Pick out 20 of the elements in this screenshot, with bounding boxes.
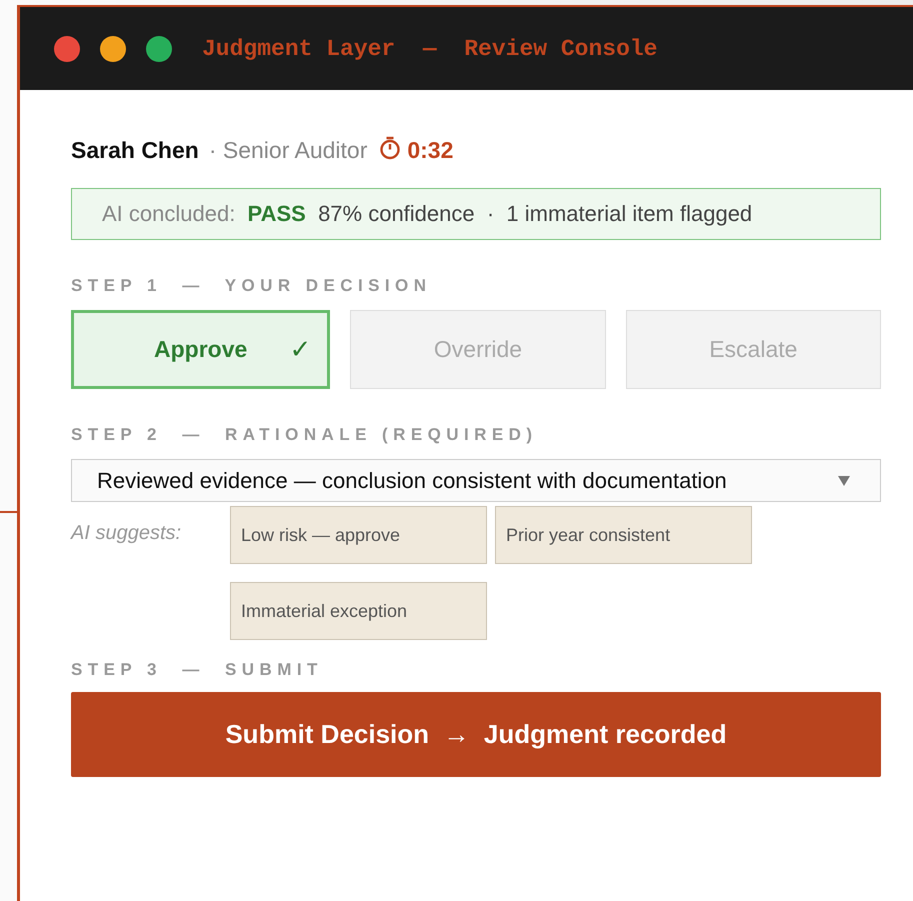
maximize-icon[interactable]	[146, 36, 172, 62]
suggestion-chip[interactable]: Prior year consistent	[495, 506, 752, 564]
rationale-dropdown[interactable]: Reviewed evidence — conclusion consistent with documentation	[71, 459, 881, 502]
stopwatch-icon	[379, 136, 402, 160]
timer-text: 0:32	[407, 136, 454, 164]
decision-button[interactable]: Approve ✓	[71, 310, 330, 389]
step-label: STEP 1 — YOUR DECISION	[71, 276, 432, 296]
suggestion-chip[interactable]: Low risk — approve	[230, 506, 487, 564]
step-label: STEP 3 — SUBMIT	[71, 660, 324, 680]
caret-icon	[838, 476, 850, 486]
close-icon[interactable]	[54, 36, 80, 62]
reviewer-name: Sarah Chen	[71, 136, 199, 164]
ai-conclusion-text: AI concluded: PASS 87% confidence · 1 immaterial item flagged	[102, 200, 754, 228]
window-title: Judgment Layer — Review Console	[202, 36, 658, 62]
reviewer-role: · Senior Auditor	[208, 136, 368, 164]
submit-button[interactable]: Submit Decision → Judgment recorded	[71, 692, 881, 777]
suggestion-chip[interactable]: Immaterial exception	[230, 582, 487, 640]
suggestions-label: AI suggests:	[71, 521, 182, 546]
step-label: STEP 2 — RATIONALE (REQUIRED)	[71, 425, 538, 445]
minimize-icon[interactable]	[100, 36, 126, 62]
